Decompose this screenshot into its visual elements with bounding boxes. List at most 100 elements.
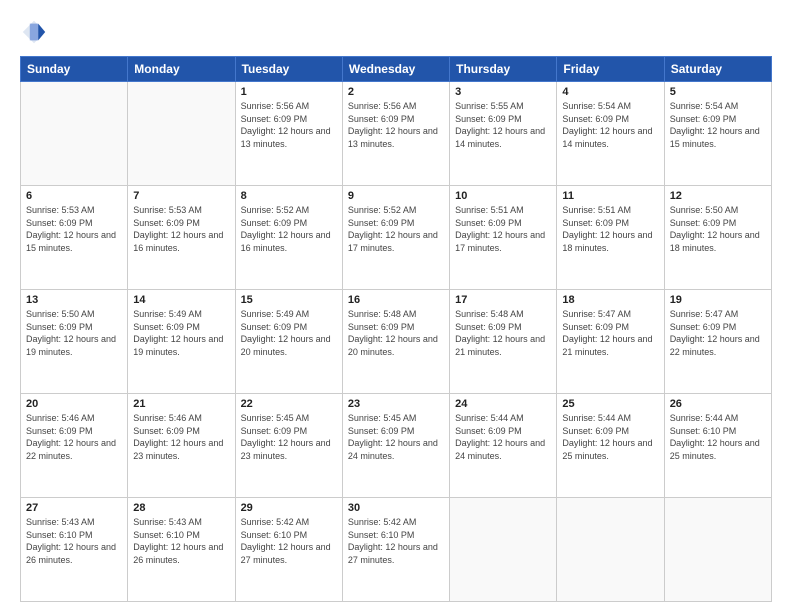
calendar-cell: 28 Sunrise: 5:43 AM Sunset: 6:10 PM Dayli… — [128, 498, 235, 602]
day-info: Sunrise: 5:50 AM Sunset: 6:09 PM Dayligh… — [26, 308, 122, 358]
day-info: Sunrise: 5:43 AM Sunset: 6:10 PM Dayligh… — [133, 516, 229, 566]
calendar-cell: 20Sunrise: 5:46 AM Sunset: 6:09 PM Dayli… — [21, 394, 128, 498]
calendar-cell: 24 Sunrise: 5:44 AM Sunset: 6:09 PM Dayli… — [450, 394, 557, 498]
calendar-cell — [21, 82, 128, 186]
calendar-cell: 11 Sunrise: 5:51 AM Sunset: 6:09 PM Dayli… — [557, 186, 664, 290]
calendar-cell: 17Sunrise: 5:48 AM Sunset: 6:09 PM Dayli… — [450, 290, 557, 394]
calendar-cell: 19 Sunrise: 5:47 AM Sunset: 6:09 PM Dayli… — [664, 290, 771, 394]
day-info: Sunrise: 5:50 AM Sunset: 6:09 PM Dayligh… — [670, 204, 766, 254]
day-info: Sunrise: 5:49 AM Sunset: 6:09 PM Dayligh… — [133, 308, 229, 358]
day-number: 8 — [241, 190, 337, 202]
day-info: Sunrise: 5:42 AM Sunset: 6:10 PM Dayligh… — [348, 516, 444, 566]
day-info: Sunrise: 5:51 AM Sunset: 6:09 PM Dayligh… — [562, 204, 658, 254]
calendar-cell — [450, 498, 557, 602]
calendar-cell: 23 Sunrise: 5:45 AM Sunset: 6:09 PM Dayli… — [342, 394, 449, 498]
calendar-cell: 9 Sunrise: 5:52 AM Sunset: 6:09 PM Daylig… — [342, 186, 449, 290]
day-number: 5 — [670, 86, 766, 98]
day-number: 26 — [670, 398, 766, 410]
day-info: Sunrise: 5:54 AM Sunset: 6:09 PM Dayligh… — [670, 100, 766, 150]
day-number: 30 — [348, 502, 444, 514]
calendar-cell: 16Sunrise: 5:48 AM Sunset: 6:09 PM Dayli… — [342, 290, 449, 394]
day-number: 19 — [670, 294, 766, 306]
day-info: Sunrise: 5:46 AM Sunset: 6:09 PM Dayligh… — [133, 412, 229, 462]
day-info: Sunrise: 5:47 AM Sunset: 6:09 PM Dayligh… — [562, 308, 658, 358]
day-number: 29 — [241, 502, 337, 514]
day-info: Sunrise: 5:44 AM Sunset: 6:10 PM Dayligh… — [670, 412, 766, 462]
calendar-week-4: 27 Sunrise: 5:43 AM Sunset: 6:10 PM Dayli… — [21, 498, 772, 602]
logo — [20, 18, 54, 46]
day-number: 24 — [455, 398, 551, 410]
day-number: 18 — [562, 294, 658, 306]
calendar-cell: 6Sunrise: 5:53 AM Sunset: 6:09 PM Daylig… — [21, 186, 128, 290]
calendar-cell: 2 Sunrise: 5:56 AM Sunset: 6:09 PM Daylig… — [342, 82, 449, 186]
day-number: 4 — [562, 86, 658, 98]
day-info: Sunrise: 5:49 AM Sunset: 6:09 PM Dayligh… — [241, 308, 337, 358]
day-info: Sunrise: 5:45 AM Sunset: 6:09 PM Dayligh… — [241, 412, 337, 462]
day-number: 28 — [133, 502, 229, 514]
day-info: Sunrise: 5:44 AM Sunset: 6:09 PM Dayligh… — [562, 412, 658, 462]
calendar-cell — [557, 498, 664, 602]
day-info: Sunrise: 5:47 AM Sunset: 6:09 PM Dayligh… — [670, 308, 766, 358]
calendar-cell — [664, 498, 771, 602]
day-number: 27 — [26, 502, 122, 514]
calendar-header-saturday: Saturday — [664, 57, 771, 82]
calendar-header-thursday: Thursday — [450, 57, 557, 82]
calendar-cell: 30 Sunrise: 5:42 AM Sunset: 6:10 PM Dayli… — [342, 498, 449, 602]
day-info: Sunrise: 5:52 AM Sunset: 6:09 PM Dayligh… — [348, 204, 444, 254]
calendar-cell: 18 Sunrise: 5:47 AM Sunset: 6:09 PM Dayli… — [557, 290, 664, 394]
day-number: 2 — [348, 86, 444, 98]
calendar-cell: 8 Sunrise: 5:52 AM Sunset: 6:09 PM Daylig… — [235, 186, 342, 290]
day-number: 10 — [455, 190, 551, 202]
day-info: Sunrise: 5:45 AM Sunset: 6:09 PM Dayligh… — [348, 412, 444, 462]
calendar-week-0: 1Sunrise: 5:56 AM Sunset: 6:09 PM Daylig… — [21, 82, 772, 186]
day-number: 16 — [348, 294, 444, 306]
day-info: Sunrise: 5:43 AM Sunset: 6:10 PM Dayligh… — [26, 516, 122, 566]
calendar-cell: 29 Sunrise: 5:42 AM Sunset: 6:10 PM Dayli… — [235, 498, 342, 602]
header — [20, 18, 772, 46]
day-number: 17 — [455, 294, 551, 306]
day-info: Sunrise: 5:51 AM Sunset: 6:09 PM Dayligh… — [455, 204, 551, 254]
logo-icon — [20, 18, 48, 46]
day-number: 9 — [348, 190, 444, 202]
day-number: 21 — [133, 398, 229, 410]
calendar-cell: 4Sunrise: 5:54 AM Sunset: 6:09 PM Daylig… — [557, 82, 664, 186]
calendar-week-3: 20Sunrise: 5:46 AM Sunset: 6:09 PM Dayli… — [21, 394, 772, 498]
calendar-cell: 26 Sunrise: 5:44 AM Sunset: 6:10 PM Dayli… — [664, 394, 771, 498]
day-info: Sunrise: 5:56 AM Sunset: 6:09 PM Dayligh… — [348, 100, 444, 150]
day-number: 11 — [562, 190, 658, 202]
day-number: 3 — [455, 86, 551, 98]
calendar-cell — [128, 82, 235, 186]
day-number: 15 — [241, 294, 337, 306]
calendar-header-sunday: Sunday — [21, 57, 128, 82]
day-number: 6 — [26, 190, 122, 202]
day-number: 12 — [670, 190, 766, 202]
calendar-cell: 22 Sunrise: 5:45 AM Sunset: 6:09 PM Dayli… — [235, 394, 342, 498]
calendar-cell: 25 Sunrise: 5:44 AM Sunset: 6:09 PM Dayli… — [557, 394, 664, 498]
calendar-cell: 5 Sunrise: 5:54 AM Sunset: 6:09 PM Daylig… — [664, 82, 771, 186]
day-number: 23 — [348, 398, 444, 410]
page: SundayMondayTuesdayWednesdayThursdayFrid… — [0, 0, 792, 612]
calendar-cell: 27 Sunrise: 5:43 AM Sunset: 6:10 PM Dayli… — [21, 498, 128, 602]
day-info: Sunrise: 5:56 AM Sunset: 6:09 PM Dayligh… — [241, 100, 337, 150]
day-info: Sunrise: 5:46 AM Sunset: 6:09 PM Dayligh… — [26, 412, 122, 462]
calendar-cell: 13 Sunrise: 5:50 AM Sunset: 6:09 PM Dayli… — [21, 290, 128, 394]
day-number: 7 — [133, 190, 229, 202]
day-info: Sunrise: 5:52 AM Sunset: 6:09 PM Dayligh… — [241, 204, 337, 254]
calendar-week-1: 6 Sunrise: 5:53 AM Sunset: 6:09 PM Daylig… — [21, 186, 772, 290]
calendar-header-row: SundayMondayTuesdayWednesdayThursdayFrid… — [21, 57, 772, 82]
calendar-cell: 1Sunrise: 5:56 AM Sunset: 6:09 PM Daylig… — [235, 82, 342, 186]
day-info: Sunrise: 5:44 AM Sunset: 6:09 PM Dayligh… — [455, 412, 551, 462]
calendar-cell: 21 Sunrise: 5:46 AM Sunset: 6:09 PM Dayli… — [128, 394, 235, 498]
calendar-cell: 7 Sunrise: 5:53 AM Sunset: 6:09 PM Daylig… — [128, 186, 235, 290]
calendar-cell: 14 Sunrise: 5:49 AM Sunset: 6:09 PM Dayli… — [128, 290, 235, 394]
calendar-cell: 3Sunrise: 5:55 AM Sunset: 6:09 PM Daylig… — [450, 82, 557, 186]
day-info: Sunrise: 5:53 AM Sunset: 6:09 PM Dayligh… — [133, 204, 229, 254]
calendar-header-wednesday: Wednesday — [342, 57, 449, 82]
calendar-week-2: 13 Sunrise: 5:50 AM Sunset: 6:09 PM Dayli… — [21, 290, 772, 394]
day-number: 22 — [241, 398, 337, 410]
day-number: 14 — [133, 294, 229, 306]
day-info: Sunrise: 5:42 AM Sunset: 6:10 PM Dayligh… — [241, 516, 337, 566]
calendar-header-monday: Monday — [128, 57, 235, 82]
day-number: 25 — [562, 398, 658, 410]
day-number: 13 — [26, 294, 122, 306]
